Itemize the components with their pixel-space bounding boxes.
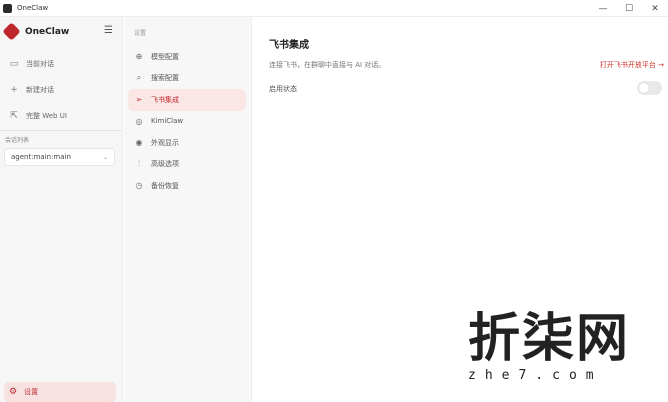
- settings-item-label: 外观显示: [151, 138, 179, 147]
- sliders-icon: ⫶: [138, 159, 140, 169]
- toggle-knob: [639, 83, 649, 93]
- settings-item-label: 飞书集成: [151, 95, 179, 104]
- settings-item-kimiclaw[interactable]: ◎ KimiClaw: [128, 111, 246, 133]
- settings-item-advanced[interactable]: ⫶ 高级选项: [128, 154, 246, 176]
- watermark-logo-text: 折柒网: [468, 309, 631, 369]
- enable-toggle[interactable]: [637, 81, 662, 95]
- eye-icon: ◉: [135, 138, 143, 148]
- sidebar-divider: [0, 130, 122, 131]
- settings-item-label: KimiClaw: [151, 117, 184, 126]
- page-title: 飞书集成: [269, 40, 309, 51]
- gear-icon: ⚙: [9, 387, 18, 397]
- model-icon: ⊕: [135, 52, 143, 62]
- open-feishu-platform-link[interactable]: 打开飞书开放平台 →: [600, 60, 664, 70]
- watermark: 折柒网 zhe7.com: [446, 296, 656, 388]
- window-controls: — ☐ ✕: [590, 0, 668, 17]
- page-description: 连接飞书，在群聊中直接与 AI 对话。: [269, 61, 386, 69]
- settings-item-label: 模型配置: [151, 52, 179, 61]
- settings-nav: 设置 ⊕ 模型配置 ⌕ 搜索配置 ➢ 飞书集成 ◎ KimiClaw ◉ 外观显…: [124, 17, 252, 402]
- brand-name: OneClaw: [25, 26, 70, 37]
- brand: OneClaw ☰: [2, 22, 117, 41]
- external-link-icon: ⇱: [10, 111, 18, 121]
- settings-nav-list: ⊕ 模型配置 ⌕ 搜索配置 ➢ 飞书集成 ◎ KimiClaw ◉ 外观显示 ⫶…: [128, 46, 246, 197]
- maximize-button[interactable]: ☐: [616, 0, 642, 17]
- agent-select-value: agent:main:main: [11, 153, 71, 161]
- minimize-button[interactable]: —: [590, 0, 616, 17]
- sidebar-item-label: 当前对话: [26, 60, 54, 68]
- close-button[interactable]: ✕: [642, 0, 668, 17]
- agent-select[interactable]: agent:main:main ⌄: [4, 148, 115, 166]
- brand-logo: [2, 22, 21, 41]
- window-titlebar: OneClaw — ☐ ✕: [0, 0, 668, 17]
- chevron-down-icon: ⌄: [102, 153, 108, 161]
- watermark-domain: zhe7.com: [468, 368, 603, 383]
- kimi-icon: ◎: [135, 116, 143, 126]
- sidebar-item-label: 完整 Web UI: [26, 112, 67, 120]
- settings-item-model[interactable]: ⊕ 模型配置: [128, 46, 246, 68]
- settings-item-label: 搜索配置: [151, 74, 179, 83]
- sidebar-item-web-ui[interactable]: ⇱ 完整 Web UI: [4, 103, 116, 129]
- settings-button-label: 设置: [24, 388, 39, 396]
- settings-item-appearance[interactable]: ◉ 外观显示: [128, 132, 246, 154]
- settings-item-backup[interactable]: ◷ 备份恢复: [128, 175, 246, 197]
- sidebar: OneClaw ☰ ▭ 当前对话 + 新建对话 ⇱ 完整 Web UI 会话列表…: [0, 17, 123, 402]
- sidebar-item-new-chat[interactable]: + 新建对话: [4, 77, 116, 103]
- settings-item-label: 高级选项: [151, 160, 179, 169]
- sidebar-item-label: 新建对话: [26, 86, 54, 94]
- plus-icon: +: [10, 85, 18, 95]
- history-icon: ◷: [135, 181, 143, 191]
- settings-nav-heading: 设置: [134, 30, 147, 37]
- settings-item-search[interactable]: ⌕ 搜索配置: [128, 68, 246, 90]
- session-list-label: 会话列表: [5, 137, 30, 144]
- sidebar-item-current-chat[interactable]: ▭ 当前对话: [4, 51, 116, 77]
- send-icon: ➢: [135, 95, 143, 105]
- window-title: OneClaw: [17, 4, 49, 12]
- enable-status-label: 启用状态: [269, 85, 297, 93]
- sidebar-nav: ▭ 当前对话 + 新建对话 ⇱ 完整 Web UI: [4, 51, 116, 129]
- settings-item-feishu[interactable]: ➢ 飞书集成: [128, 89, 246, 111]
- app-icon: [3, 3, 12, 13]
- settings-button[interactable]: ⚙ 设置: [4, 382, 116, 402]
- search-icon: ⌕: [136, 73, 142, 83]
- settings-item-label: 备份恢复: [151, 181, 179, 190]
- chat-icon: ▭: [9, 59, 19, 69]
- menu-icon[interactable]: ☰: [104, 25, 113, 36]
